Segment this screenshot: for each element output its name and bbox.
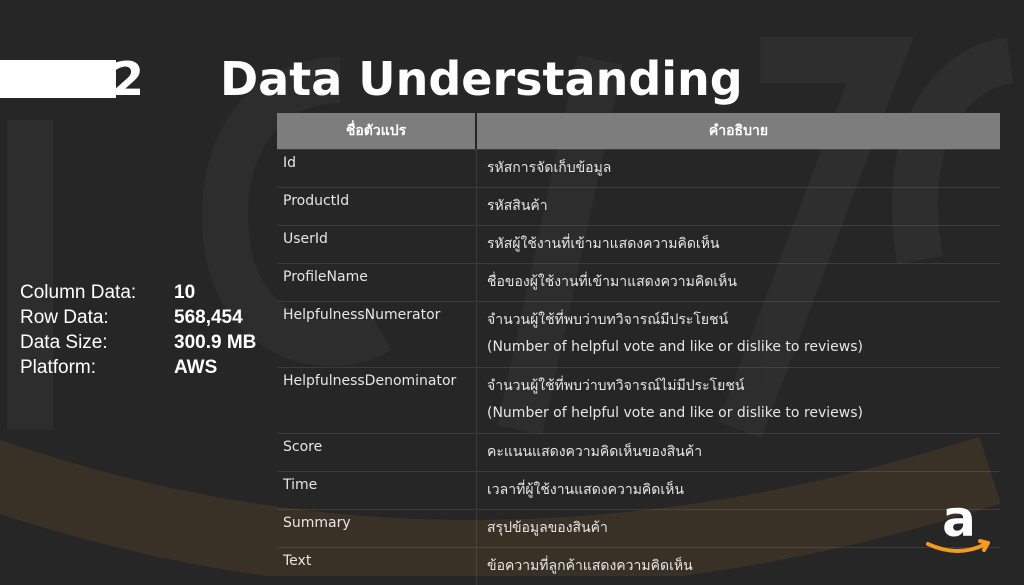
- stat-label: Column Data:: [20, 282, 137, 303]
- header-variable-name: ชื่อตัวแปร: [277, 113, 477, 149]
- variable-note: (Number of helpful vote and like or disl…: [487, 405, 863, 421]
- amazon-logo-icon: a: [926, 496, 990, 553]
- stat-row-data: Row Data: 568,454: [20, 305, 256, 330]
- slide-title: Data Understanding: [220, 52, 743, 106]
- section-number: 2: [112, 52, 145, 106]
- variable-name: Score: [277, 434, 477, 471]
- variable-description: จำนวนผู้ใช้ที่พบว่าบทวิจารณ์ไม่มีประโยชน…: [487, 378, 745, 394]
- table-row: ProductId รหัสสินค้า: [277, 187, 1000, 225]
- stat-value: 10: [174, 282, 196, 303]
- table-row: Id รหัสการจัดเก็บข้อมูล: [277, 149, 1000, 187]
- variable-name: Summary: [277, 510, 477, 547]
- stat-value: 568,454: [174, 307, 243, 328]
- dataset-stats: Column Data: 10 Row Data: 568,454 Data Siz…: [20, 280, 256, 380]
- logo-letter: a: [942, 496, 976, 548]
- stat-value: AWS: [174, 357, 218, 378]
- variable-note: (Number of helpful vote and like or disl…: [487, 339, 863, 355]
- variable-name: ProfileName: [277, 264, 477, 301]
- stat-platform: Platform: AWS: [20, 355, 256, 380]
- table-row: Summary สรุปข้อมูลของสินค้า: [277, 509, 1000, 547]
- variable-name: ProductId: [277, 188, 477, 225]
- stat-label: Platform:: [20, 357, 97, 378]
- variable-description: จำนวนผู้ใช้ที่พบว่าบทวิจารณ์มีประโยชน์: [487, 312, 729, 328]
- table-row: Text ข้อความที่ลูกค้าแสดงความคิดเห็น: [277, 547, 1000, 585]
- table-row: Score คะแนนแสดงความคิดเห็นของสินค้า: [277, 433, 1000, 471]
- table-row: ProfileName ชื่อของผู้ใช้งานที่เข้ามาแสดง…: [277, 263, 1000, 301]
- variable-name: HelpfulnessDenominator: [277, 368, 477, 433]
- variable-name: Time: [277, 472, 477, 509]
- section-marker-bar: [0, 60, 116, 98]
- variable-name: UserId: [277, 226, 477, 263]
- table-header: ชื่อตัวแปร คำอธิบาย: [277, 113, 1000, 149]
- stat-data-size: Data Size: 300.9 MB: [20, 330, 256, 355]
- stat-label: Data Size:: [20, 332, 108, 353]
- variable-description: คะแนนแสดงความคิดเห็นของสินค้า: [487, 444, 703, 460]
- variable-description: รหัสสินค้า: [487, 198, 548, 214]
- stat-value: 300.9 MB: [174, 332, 257, 353]
- stat-label: Row Data:: [20, 307, 109, 328]
- table-row: HelpfulnessNumerator จำนวนผู้ใช้ที่พบว่าบ…: [277, 301, 1000, 367]
- variable-table: ชื่อตัวแปร คำอธิบาย Id รหัสการจัดเก็บข้อม…: [277, 113, 1000, 585]
- stat-column-data: Column Data: 10: [20, 280, 256, 305]
- variable-name: HelpfulnessNumerator: [277, 302, 477, 367]
- variable-name: Id: [277, 150, 477, 187]
- variable-description: รหัสผู้ใช้งานที่เข้ามาแสดงความคิดเห็น: [487, 236, 720, 252]
- table-row: UserId รหัสผู้ใช้งานที่เข้ามาแสดงความคิดเ…: [277, 225, 1000, 263]
- variable-name: Text: [277, 548, 477, 585]
- table-row: Time เวลาที่ผู้ใช้งานแสดงความคิดเห็น: [277, 471, 1000, 509]
- header-description: คำอธิบาย: [708, 123, 769, 139]
- table-row: HelpfulnessDenominator จำนวนผู้ใช้ที่พบว่…: [277, 367, 1000, 433]
- variable-description: รหัสการจัดเก็บข้อมูล: [487, 160, 612, 176]
- variable-description: ชื่อของผู้ใช้งานที่เข้ามาแสดงความคิดเห็น: [487, 274, 737, 290]
